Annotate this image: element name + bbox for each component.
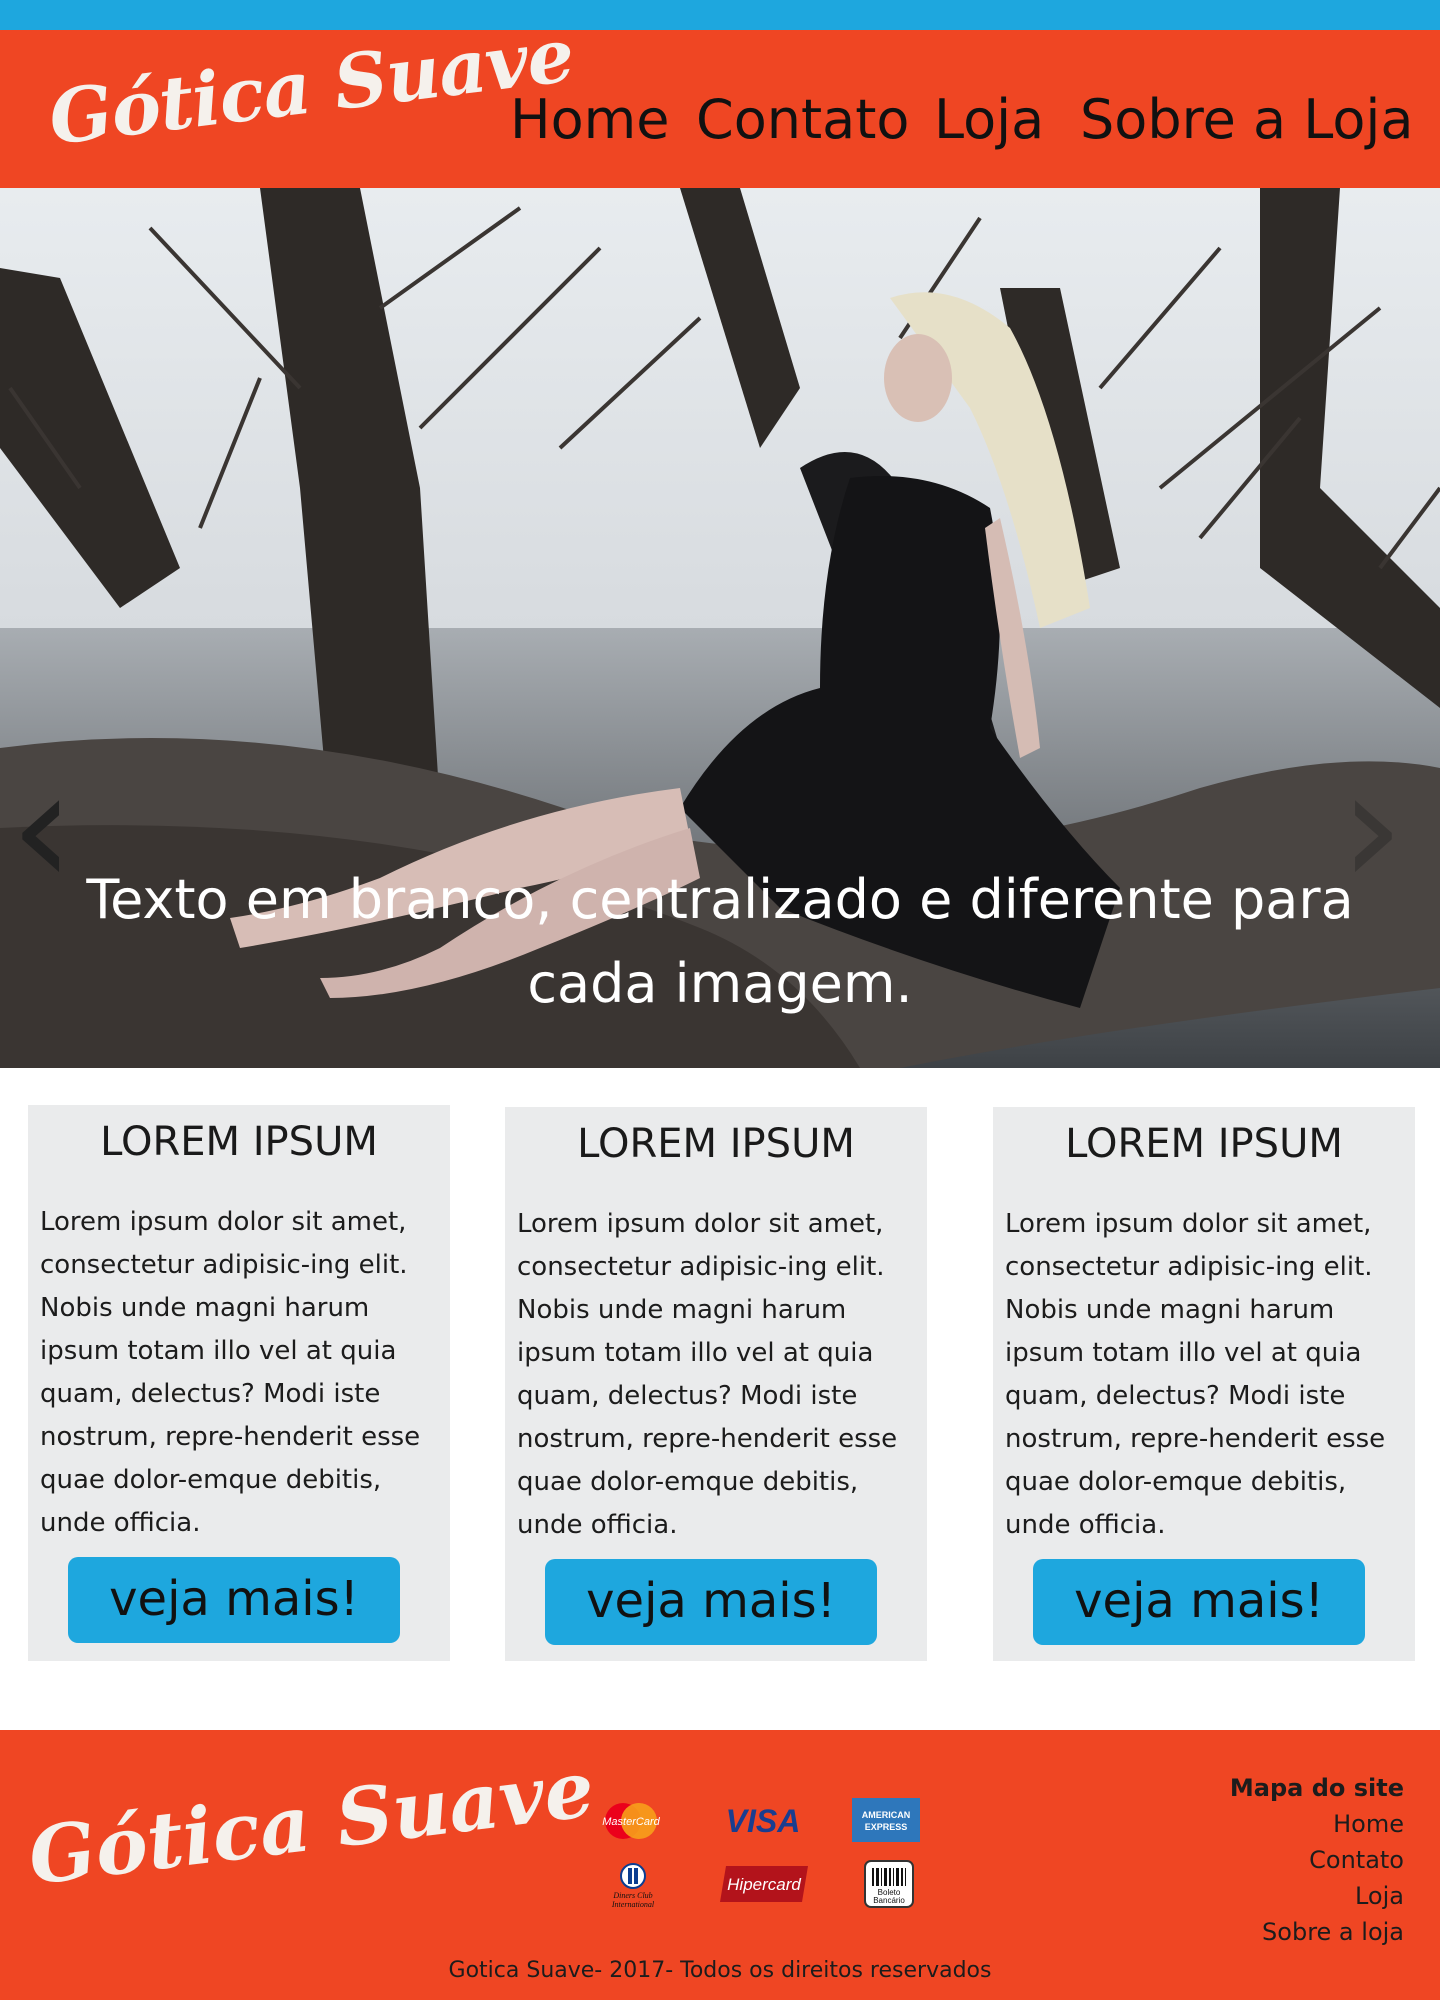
mastercard-icon: MasterCard	[596, 1800, 666, 1842]
site-header: Gótica Suave Home Contato Loja Sobre a L…	[0, 12, 1440, 188]
main-nav: Home Contato Loja Sobre a Loja	[0, 88, 1440, 168]
sitemap-link-home[interactable]: Home	[1230, 1806, 1404, 1842]
card-title: LOREM IPSUM	[577, 1121, 855, 1167]
visa-icon: VISA	[720, 1800, 806, 1842]
card-text: Lorem ipsum dolor sit amet, consectetur …	[40, 1207, 421, 1538]
see-more-button[interactable]: veja mais!	[68, 1557, 400, 1643]
see-more-button[interactable]: veja mais!	[1033, 1559, 1365, 1645]
hero-carousel: ‹ › Texto em branco, centralizado e dife…	[0, 188, 1440, 1068]
svg-text:International: International	[611, 1900, 655, 1909]
svg-text:Diners Club: Diners Club	[612, 1891, 652, 1900]
feature-card: LOREM IPSUM Lorem ipsum dolor sit amet, …	[993, 1107, 1415, 1661]
sitemap-title: Mapa do site	[1229, 1774, 1404, 1802]
feature-card: LOREM IPSUM Lorem ipsum dolor sit amet, …	[28, 1105, 450, 1661]
site-footer: Gótica Suave MasterCard VISA AMERICAN EX…	[0, 1730, 1440, 2000]
see-more-button[interactable]: veja mais!	[545, 1559, 877, 1645]
feature-card: LOREM IPSUM Lorem ipsum dolor sit amet, …	[505, 1107, 927, 1661]
copyright-text: Gotica Suave- 2017- Todos os direitos re…	[448, 1958, 992, 1983]
card-text: Lorem ipsum dolor sit amet, consectetur …	[517, 1209, 898, 1540]
footer-logo[interactable]: Gótica Suave	[24, 1743, 599, 1903]
american-express-icon: AMERICAN EXPRESS	[852, 1798, 920, 1842]
hipercard-icon: Hipercard	[718, 1864, 810, 1904]
svg-text:AMERICAN: AMERICAN	[862, 1810, 911, 1820]
svg-text:Bancário: Bancário	[873, 1896, 905, 1905]
svg-text:EXPRESS: EXPRESS	[865, 1822, 908, 1832]
nav-item-home[interactable]: Home	[510, 88, 669, 151]
card-title: LOREM IPSUM	[1065, 1121, 1343, 1167]
nav-item-sobre-a-loja[interactable]: Sobre a Loja	[1080, 88, 1414, 151]
svg-text:Hipercard: Hipercard	[727, 1875, 801, 1894]
sitemap-link-sobre-a-loja[interactable]: Sobre a loja	[1230, 1914, 1404, 1950]
nav-item-contato[interactable]: Contato	[696, 88, 909, 151]
svg-text:VISA: VISA	[726, 1803, 801, 1839]
sitemap-link-contato[interactable]: Contato	[1230, 1842, 1404, 1878]
boleto-icon: Boleto Bancário	[864, 1860, 914, 1908]
card-text: Lorem ipsum dolor sit amet, consectetur …	[1005, 1209, 1386, 1540]
card-title: LOREM IPSUM	[100, 1119, 378, 1165]
svg-text:MasterCard: MasterCard	[602, 1816, 660, 1828]
top-color-strip	[0, 0, 1440, 30]
diners-club-icon: Diners Club International	[600, 1862, 666, 1910]
sitemap: Mapa do site Home Contato Loja Sobre a l…	[1230, 1770, 1404, 1950]
hero-caption: Texto em branco, centralizado e diferent…	[86, 868, 1354, 1015]
nav-item-loja[interactable]: Loja	[934, 88, 1044, 151]
sitemap-link-loja[interactable]: Loja	[1230, 1878, 1404, 1914]
